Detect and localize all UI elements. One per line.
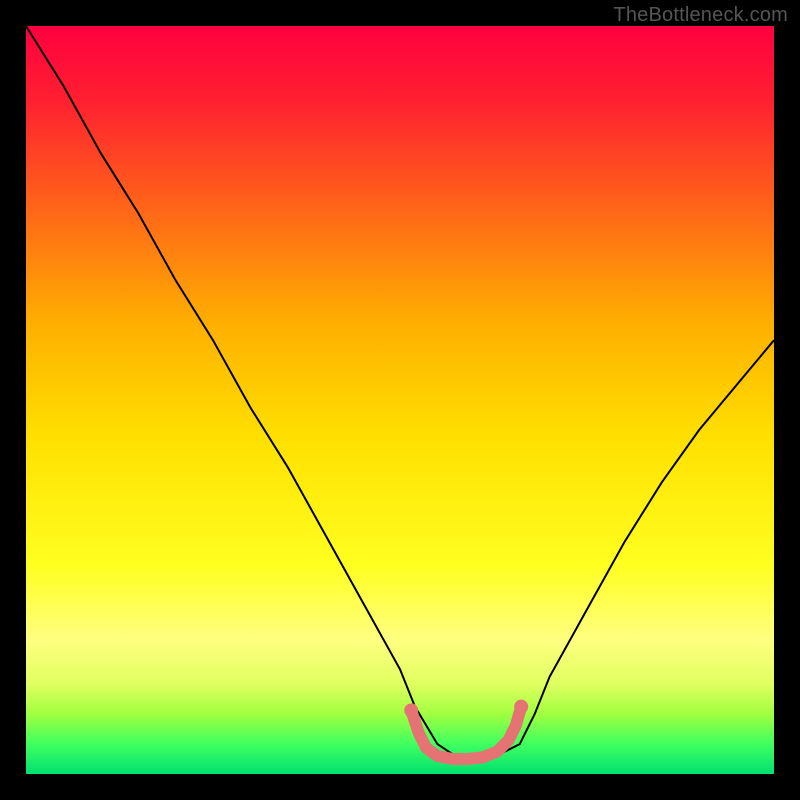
watermark-text: TheBottleneck.com bbox=[613, 4, 788, 27]
chart-svg bbox=[26, 26, 774, 774]
chart-frame: TheBottleneck.com bbox=[0, 0, 800, 800]
bottleneck-curve bbox=[26, 26, 774, 759]
